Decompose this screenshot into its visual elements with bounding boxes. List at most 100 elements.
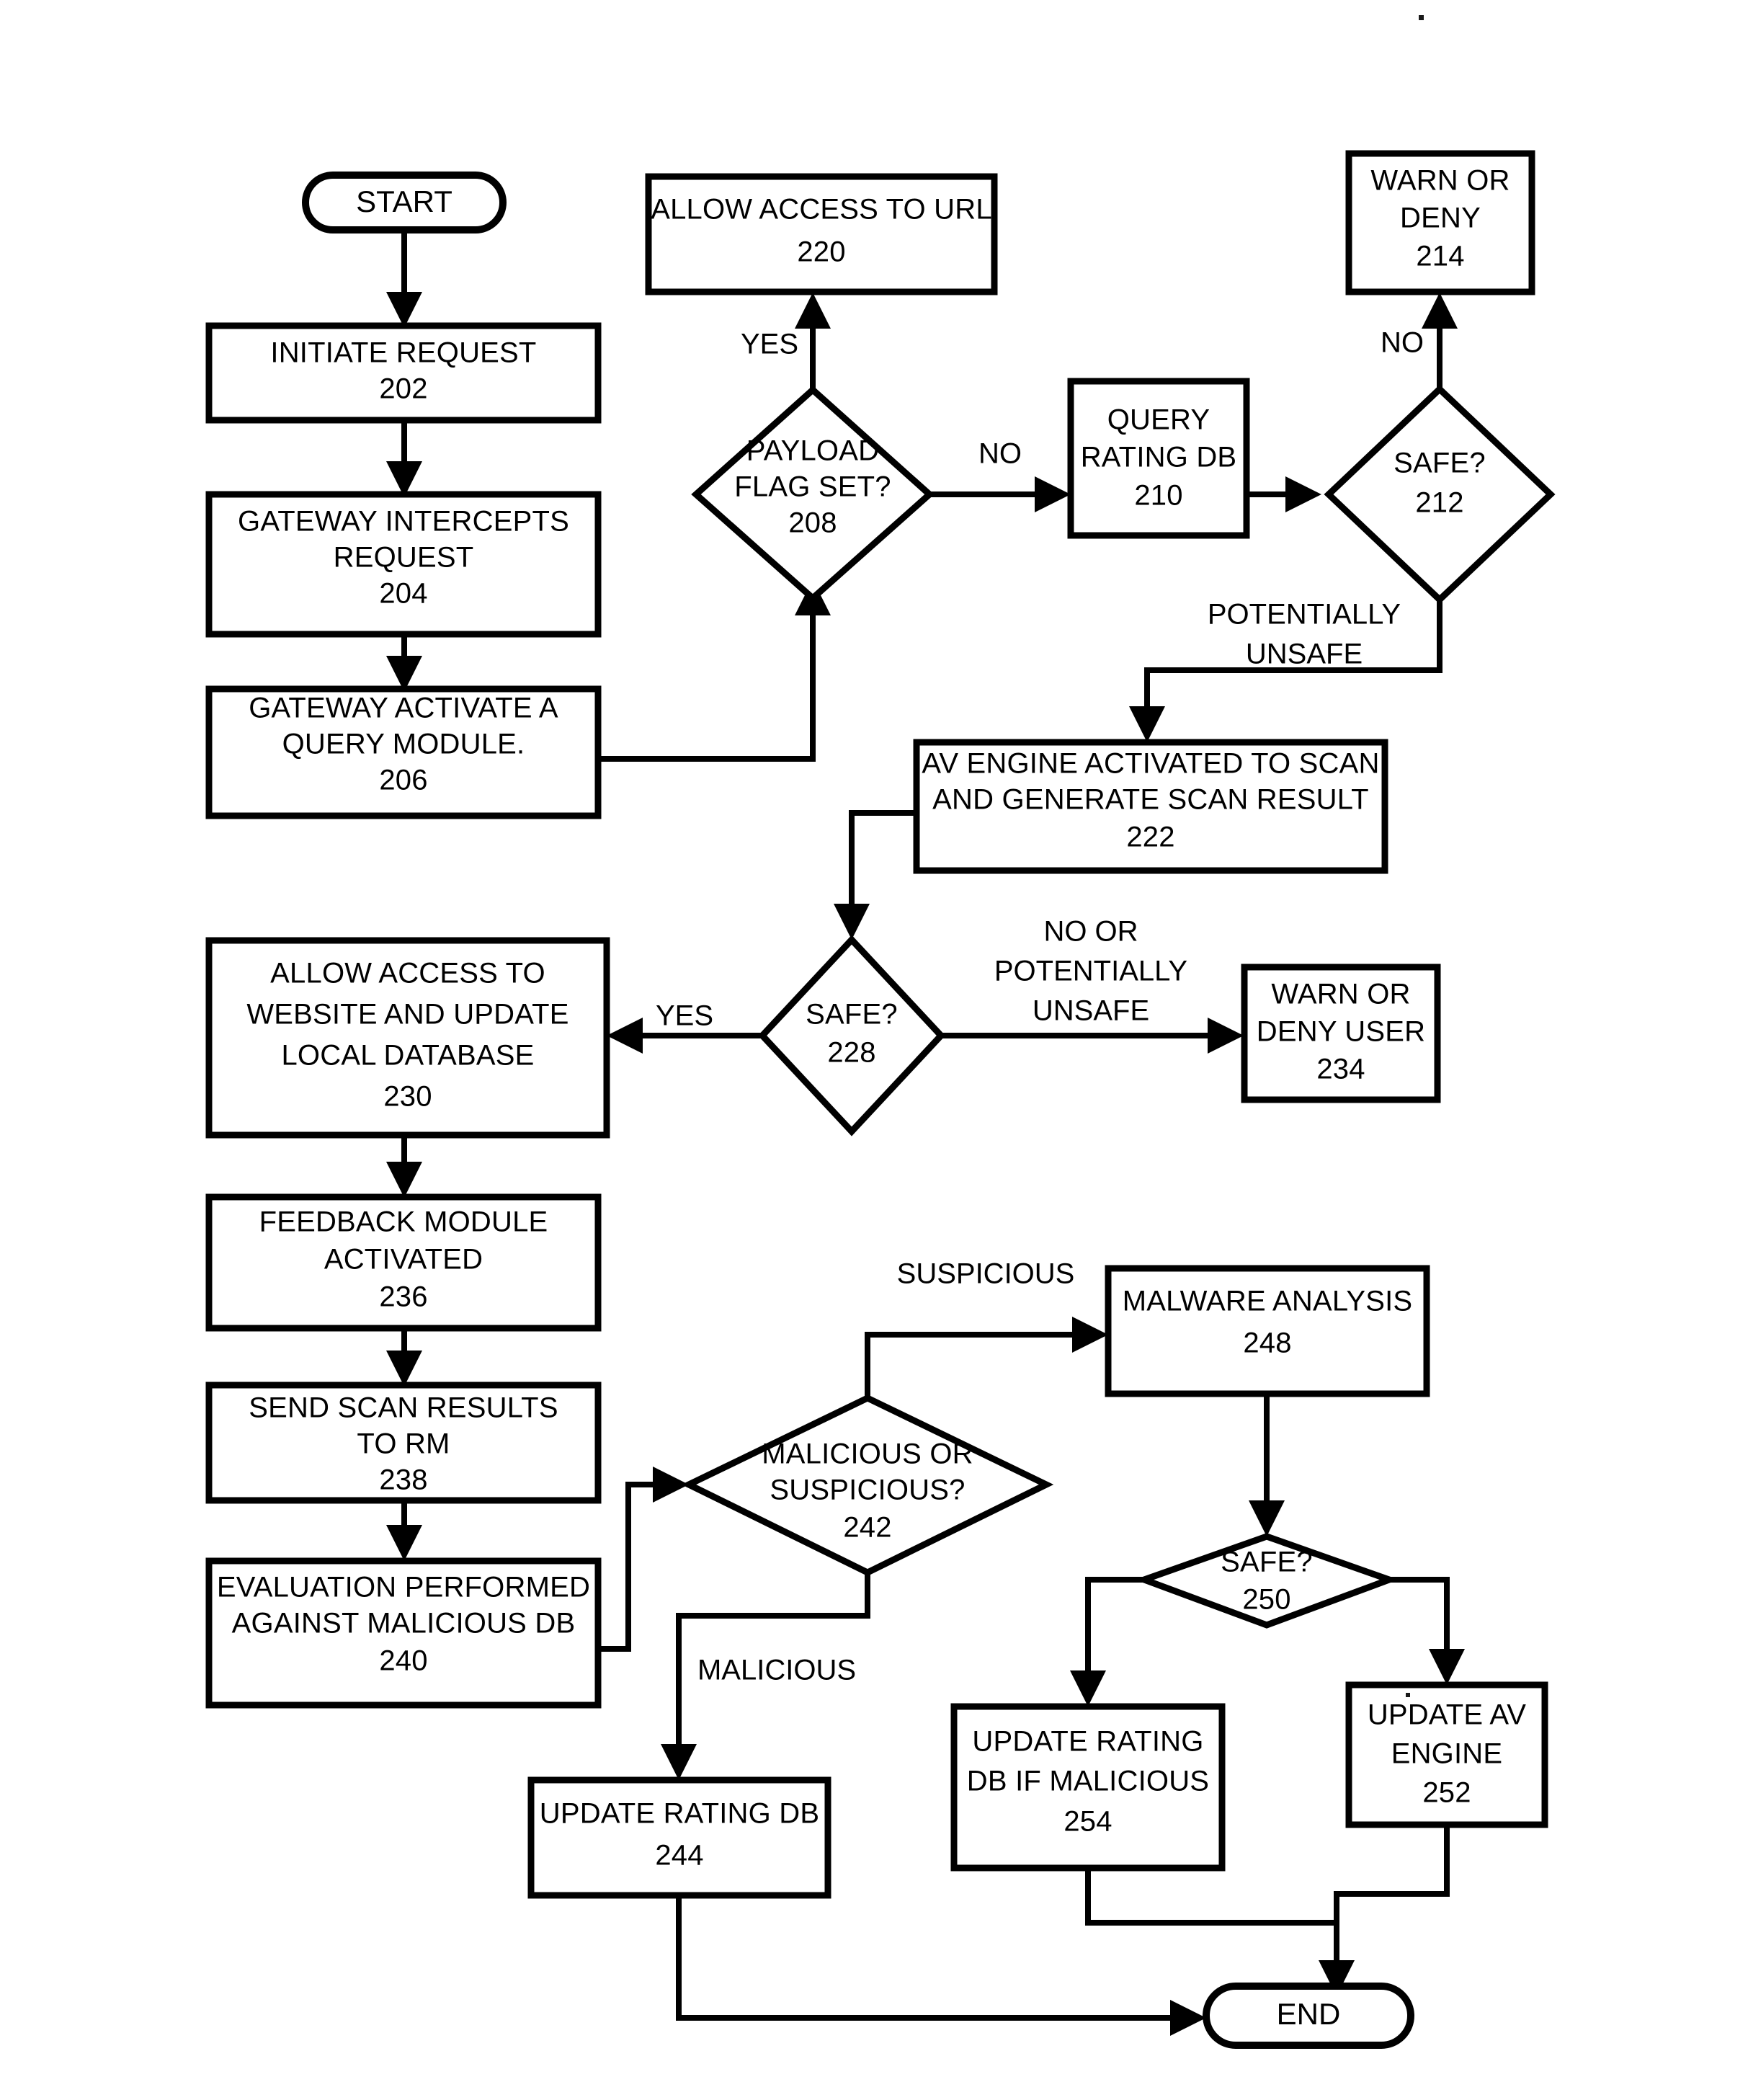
- node-208-line-0: PAYLOAD: [746, 435, 879, 467]
- flowchart-canvas: START INITIATE REQUEST 202 GATEWAY INTER…: [205, 15, 1556, 2049]
- edge-label-212-unsafe-2: UNSAFE: [1246, 639, 1363, 670]
- node-244: UPDATE RATING DB 244: [527, 1776, 831, 1899]
- edge-start-to-202: [386, 229, 422, 328]
- flowchart-page: START INITIATE REQUEST 202 GATEWAY INTER…: [0, 0, 1748, 2100]
- node-238: SEND SCAN RESULTS TO RM 238: [205, 1382, 602, 1504]
- node-214: WARN OR DENY 214: [1345, 150, 1535, 295]
- node-230-line-1: WEBSITE AND UPDATE: [246, 999, 568, 1031]
- edge-label-228-yes: YES: [656, 1000, 713, 1032]
- edge-208-yes-to-220: [795, 293, 831, 390]
- node-202-line-0: INITIATE REQUEST: [270, 337, 536, 369]
- node-206-line-1: QUERY MODULE.: [282, 729, 525, 760]
- node-206-line-0: GATEWAY ACTIVATE A: [249, 693, 558, 724]
- node-202-ref: 202: [379, 373, 427, 405]
- node-250: SAFE? 250: [1134, 1533, 1399, 1629]
- node-240: EVALUATION PERFORMED AGAINST MALICIOUS D…: [205, 1557, 602, 1709]
- node-214-line-1: DENY: [1400, 203, 1481, 234]
- node-228-line-0: SAFE?: [806, 999, 898, 1031]
- node-222-line-1: AND GENERATE SCAN RESULT: [932, 784, 1369, 816]
- node-208-ref: 208: [788, 507, 837, 539]
- node-254: UPDATE RATING DB IF MALICIOUS 254: [950, 1703, 1226, 1872]
- scan-speck: [1406, 1693, 1410, 1697]
- node-230-line-0: ALLOW ACCESS TO: [270, 958, 545, 989]
- edge-label-212-no: NO: [1381, 327, 1424, 359]
- node-228: SAFE? 228: [757, 935, 946, 1136]
- node-210-line-1: RATING DB: [1081, 442, 1237, 473]
- edge-254-to-end: [1085, 1868, 1337, 1926]
- node-240-ref: 240: [379, 1645, 427, 1677]
- node-230: ALLOW ACCESS TO WEBSITE AND UPDATE LOCAL…: [205, 937, 610, 1139]
- edge-label-212-unsafe-1: POTENTIALLY: [1208, 599, 1401, 631]
- node-248: MALWARE ANALYSIS 248: [1105, 1265, 1430, 1397]
- node-204-line-0: GATEWAY INTERCEPTS: [238, 506, 569, 538]
- node-242-ref: 242: [843, 1512, 891, 1544]
- node-236-ref: 236: [379, 1281, 427, 1313]
- node-244-ref: 244: [655, 1840, 703, 1872]
- node-222: AV ENGINE ACTIVATED TO SCAN AND GENERATE…: [913, 739, 1388, 874]
- edge-240-to-242: [598, 1467, 689, 1652]
- node-242-line-1: SUSPICIOUS?: [770, 1474, 965, 1506]
- node-220: ALLOW ACCESS TO URL 220: [645, 173, 998, 295]
- node-238-line-0: SEND SCAN RESULTS: [249, 1392, 558, 1424]
- node-236-line-1: ACTIVATED: [324, 1244, 483, 1276]
- node-240-line-0: EVALUATION PERFORMED: [217, 1572, 590, 1603]
- node-214-line-0: WARN OR: [1370, 165, 1510, 197]
- node-250-ref: 250: [1242, 1584, 1290, 1616]
- node-222-ref: 222: [1126, 822, 1174, 853]
- node-230-ref: 230: [383, 1081, 432, 1113]
- edge-238-to-240: [386, 1500, 422, 1561]
- node-242-line-0: MALICIOUS OR: [762, 1438, 973, 1470]
- node-end-label: END: [1277, 1997, 1341, 2031]
- node-204-line-1: REQUEST: [334, 542, 474, 574]
- edge-label-242-malicious: MALICIOUS: [697, 1655, 856, 1686]
- node-238-ref: 238: [379, 1464, 427, 1496]
- node-244-line-0: UPDATE RATING DB: [540, 1798, 819, 1830]
- edge-244-to-end: [676, 1895, 1206, 2036]
- node-248-line-0: MALWARE ANALYSIS: [1123, 1286, 1413, 1317]
- node-210-ref: 210: [1134, 480, 1182, 512]
- edge-label-228-unsafe-2: POTENTIALLY: [994, 956, 1187, 987]
- node-228-ref: 228: [827, 1037, 875, 1069]
- edge-202-to-204: [386, 419, 422, 497]
- edge-250-to-254: [1070, 1577, 1144, 1707]
- edge-208-no-to-210: [929, 476, 1071, 512]
- node-252: UPDATE AV ENGINE 252: [1345, 1681, 1548, 1828]
- edge-252-to-end: [1319, 1824, 1450, 1996]
- node-238-line-1: TO RM: [357, 1428, 450, 1460]
- node-234-line-0: WARN OR: [1271, 979, 1410, 1010]
- edge-250-to-252: [1389, 1577, 1465, 1685]
- node-220-line-0: ALLOW ACCESS TO URL: [651, 194, 992, 226]
- edge-210-to-212: [1247, 476, 1321, 512]
- node-208: PAYLOAD FLAG SET? 208: [691, 385, 935, 603]
- edge-label-228-unsafe-3: UNSAFE: [1033, 995, 1149, 1027]
- node-248-ref: 248: [1243, 1327, 1291, 1359]
- node-212-ref: 212: [1415, 487, 1463, 519]
- node-234-ref: 234: [1316, 1054, 1365, 1085]
- node-210-line-0: QUERY: [1107, 404, 1210, 436]
- node-230-line-2: LOCAL DATABASE: [281, 1040, 534, 1072]
- node-204-ref: 204: [379, 578, 427, 610]
- edge-242-suspicious-to-248: [865, 1317, 1108, 1398]
- node-242: MALICIOUS OR SUSPICIOUS? 242: [681, 1394, 1054, 1577]
- node-252-line-0: UPDATE AV: [1368, 1699, 1526, 1731]
- node-208-line-1: FLAG SET?: [734, 471, 891, 503]
- node-252-ref: 252: [1422, 1777, 1471, 1809]
- node-204: GATEWAY INTERCEPTS REQUEST 204: [205, 491, 602, 638]
- edge-label-242-suspicious: SUSPICIOUS: [897, 1258, 1075, 1290]
- node-240-line-1: AGAINST MALICIOUS DB: [232, 1608, 576, 1639]
- edge-212-no-to-214: [1422, 293, 1458, 389]
- node-236: FEEDBACK MODULE ACTIVATED 236: [205, 1193, 602, 1332]
- node-start: START: [302, 172, 507, 233]
- edge-206-to-208: [598, 579, 831, 762]
- node-250-line-0: SAFE?: [1221, 1547, 1313, 1578]
- scan-speck: [1419, 15, 1424, 20]
- node-end: END: [1203, 1983, 1414, 2049]
- node-220-ref: 220: [797, 236, 845, 268]
- node-252-line-1: ENGINE: [1391, 1738, 1503, 1770]
- edge-label-228-unsafe-1: NO OR: [1043, 916, 1138, 948]
- edge-label-208-no: NO: [978, 438, 1022, 470]
- node-222-line-0: AV ENGINE ACTIVATED TO SCAN: [922, 748, 1379, 780]
- node-254-line-1: DB IF MALICIOUS: [967, 1766, 1209, 1797]
- node-start-label: START: [356, 184, 452, 218]
- node-234: WARN OR DENY USER 234: [1241, 964, 1441, 1103]
